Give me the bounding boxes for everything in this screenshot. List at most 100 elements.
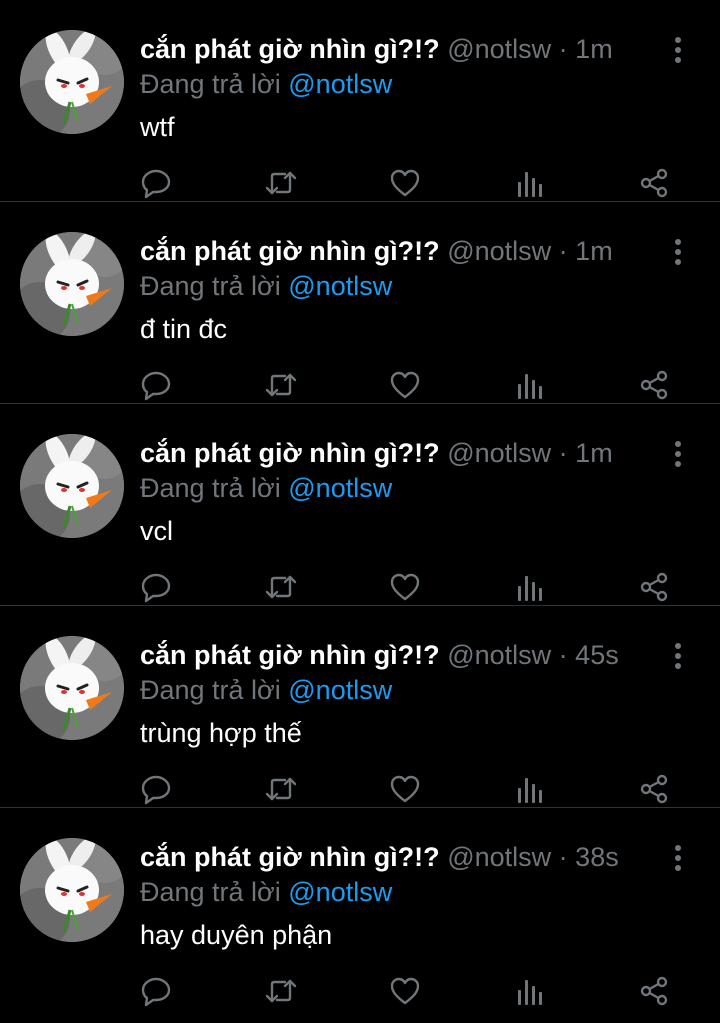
username[interactable]: @notlsw xyxy=(447,640,551,670)
avatar[interactable] xyxy=(20,30,124,134)
tweet[interactable]: cắn phát giờ nhìn gì?!? @notlsw · 38s Đa… xyxy=(0,808,720,1010)
replying-to-handle[interactable]: @notlsw xyxy=(288,271,392,301)
bunny-avatar-icon xyxy=(20,30,124,134)
bunny-avatar-icon xyxy=(20,232,124,336)
retweet-arrows-icon xyxy=(265,575,297,599)
more-options-button[interactable] xyxy=(666,844,690,872)
replying-to: Đang trả lời @notlsw xyxy=(140,673,392,707)
bar-chart-icon xyxy=(518,980,542,1005)
replying-to-label: Đang trả lời xyxy=(140,271,289,301)
vertical-ellipsis-icon xyxy=(675,239,681,265)
tweet-text: vcl xyxy=(140,516,173,546)
share-icon xyxy=(640,168,668,198)
view-stats-button[interactable] xyxy=(512,973,548,1009)
vertical-ellipsis-icon xyxy=(675,37,681,63)
display-name[interactable]: cắn phát giờ nhìn gì?!? xyxy=(140,842,440,872)
display-name[interactable]: cắn phát giờ nhìn gì?!? xyxy=(140,438,440,468)
timestamp[interactable]: 1m xyxy=(575,438,613,468)
view-stats-button[interactable] xyxy=(512,771,548,807)
tweet-header: cắn phát giờ nhìn gì?!? @notlsw · 1m xyxy=(140,234,640,268)
heart-icon xyxy=(390,169,420,197)
tweet-header: cắn phát giờ nhìn gì?!? @notlsw · 1m xyxy=(140,436,640,470)
username[interactable]: @notlsw xyxy=(447,34,551,64)
like-button[interactable] xyxy=(387,367,423,403)
heart-icon xyxy=(390,977,420,1005)
separator-dot: · xyxy=(558,34,568,64)
replying-to-handle[interactable]: @notlsw xyxy=(288,69,392,99)
username[interactable]: @notlsw xyxy=(447,438,551,468)
timestamp[interactable]: 45s xyxy=(575,640,619,670)
share-button[interactable] xyxy=(636,973,672,1009)
retweet-button[interactable] xyxy=(263,569,299,605)
tweet-actions xyxy=(0,973,720,1009)
speech-bubble-icon xyxy=(141,371,171,401)
tweet-actions xyxy=(0,165,720,201)
replying-to: Đang trả lời @notlsw xyxy=(140,875,392,909)
view-stats-button[interactable] xyxy=(512,569,548,605)
tweet-text: trùng hợp thế xyxy=(140,718,302,748)
bunny-avatar-icon xyxy=(20,838,124,942)
share-button[interactable] xyxy=(636,771,672,807)
vertical-ellipsis-icon xyxy=(675,441,681,467)
bar-chart-icon xyxy=(518,172,542,197)
share-button[interactable] xyxy=(636,569,672,605)
timestamp[interactable]: 38s xyxy=(575,842,619,872)
timestamp[interactable]: 1m xyxy=(575,34,613,64)
more-options-button[interactable] xyxy=(666,642,690,670)
retweet-button[interactable] xyxy=(263,771,299,807)
share-icon xyxy=(640,976,668,1006)
retweet-button[interactable] xyxy=(263,165,299,201)
replying-to-handle[interactable]: @notlsw xyxy=(288,473,392,503)
share-button[interactable] xyxy=(636,367,672,403)
retweet-button[interactable] xyxy=(263,367,299,403)
tweet-actions xyxy=(0,771,720,807)
avatar[interactable] xyxy=(20,232,124,336)
reply-button[interactable] xyxy=(138,771,174,807)
tweet-header: cắn phát giờ nhìn gì?!? @notlsw · 1m xyxy=(140,32,640,66)
tweet-feed: cắn phát giờ nhìn gì?!? @notlsw · 1m Đan… xyxy=(0,0,720,1010)
avatar[interactable] xyxy=(20,636,124,740)
avatar[interactable] xyxy=(20,838,124,942)
reply-button[interactable] xyxy=(138,973,174,1009)
more-options-button[interactable] xyxy=(666,36,690,64)
replying-to-handle[interactable]: @notlsw xyxy=(288,877,392,907)
display-name[interactable]: cắn phát giờ nhìn gì?!? xyxy=(140,236,440,266)
bar-chart-icon xyxy=(518,576,542,601)
tweet-header: cắn phát giờ nhìn gì?!? @notlsw · 38s xyxy=(140,840,640,874)
reply-button[interactable] xyxy=(138,367,174,403)
display-name[interactable]: cắn phát giờ nhìn gì?!? xyxy=(140,640,440,670)
view-stats-button[interactable] xyxy=(512,367,548,403)
more-options-button[interactable] xyxy=(666,238,690,266)
username[interactable]: @notlsw xyxy=(447,236,551,266)
like-button[interactable] xyxy=(387,771,423,807)
tweet[interactable]: cắn phát giờ nhìn gì?!? @notlsw · 1m Đan… xyxy=(0,202,720,404)
speech-bubble-icon xyxy=(141,169,171,199)
retweet-arrows-icon xyxy=(265,373,297,397)
tweet-text: hay duyên phận xyxy=(140,920,333,950)
tweet-header: cắn phát giờ nhìn gì?!? @notlsw · 45s xyxy=(140,638,640,672)
tweet[interactable]: cắn phát giờ nhìn gì?!? @notlsw · 45s Đa… xyxy=(0,606,720,808)
reply-button[interactable] xyxy=(138,569,174,605)
replying-to-label: Đang trả lời xyxy=(140,877,289,907)
speech-bubble-icon xyxy=(141,573,171,603)
timestamp[interactable]: 1m xyxy=(575,236,613,266)
heart-icon xyxy=(390,573,420,601)
retweet-button[interactable] xyxy=(263,973,299,1009)
share-icon xyxy=(640,774,668,804)
like-button[interactable] xyxy=(387,165,423,201)
view-stats-button[interactable] xyxy=(512,165,548,201)
display-name[interactable]: cắn phát giờ nhìn gì?!? xyxy=(140,34,440,64)
tweet[interactable]: cắn phát giờ nhìn gì?!? @notlsw · 1m Đan… xyxy=(0,0,720,202)
like-button[interactable] xyxy=(387,973,423,1009)
tweet[interactable]: cắn phát giờ nhìn gì?!? @notlsw · 1m Đan… xyxy=(0,404,720,606)
replying-to-handle[interactable]: @notlsw xyxy=(288,675,392,705)
like-button[interactable] xyxy=(387,569,423,605)
share-button[interactable] xyxy=(636,165,672,201)
avatar[interactable] xyxy=(20,434,124,538)
more-options-button[interactable] xyxy=(666,440,690,468)
username[interactable]: @notlsw xyxy=(447,842,551,872)
reply-button[interactable] xyxy=(138,165,174,201)
replying-to-label: Đang trả lời xyxy=(140,69,289,99)
tweet-actions xyxy=(0,367,720,403)
share-icon xyxy=(640,370,668,400)
